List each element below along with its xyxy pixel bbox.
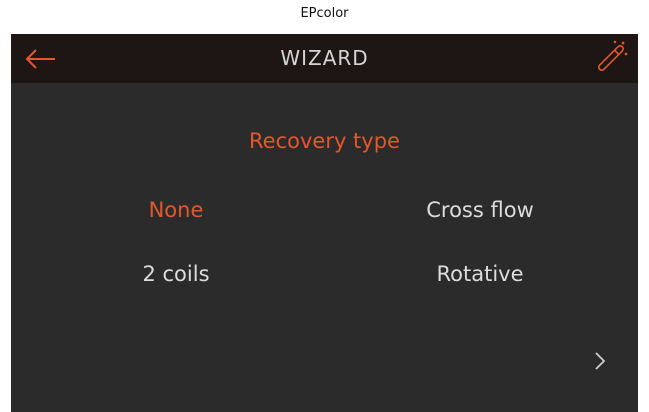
option-2-coils[interactable]: 2 coils xyxy=(76,262,276,286)
section-title: Recovery type xyxy=(249,129,400,153)
option-cross-flow[interactable]: Cross flow xyxy=(380,198,580,222)
header-bar: WIZARD xyxy=(11,34,638,83)
option-none[interactable]: None xyxy=(76,198,276,222)
page-title: WIZARD xyxy=(280,46,369,70)
option-rotative[interactable]: Rotative xyxy=(380,262,580,286)
back-arrow-icon xyxy=(25,49,55,69)
next-button[interactable] xyxy=(585,344,615,378)
wizard-screen: WIZARD Recovery type None Cross flow 2 c… xyxy=(11,34,638,412)
wizard-button[interactable] xyxy=(592,39,630,77)
chevron-right-icon xyxy=(595,352,606,370)
back-button[interactable] xyxy=(21,42,61,76)
window-caption: EPcolor xyxy=(0,0,649,34)
magic-wand-icon xyxy=(598,40,628,71)
